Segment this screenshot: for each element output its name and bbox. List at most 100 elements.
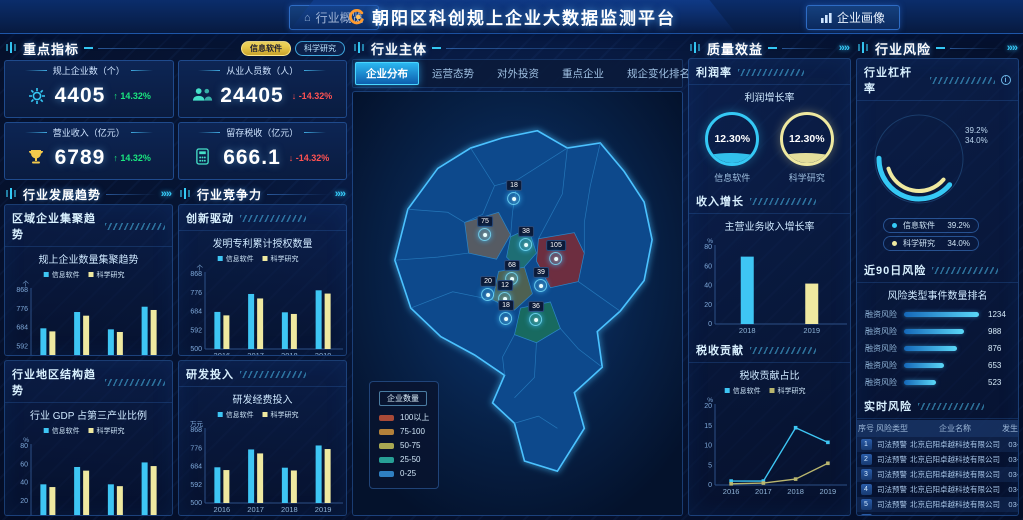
risk-bar-label: 融资风险 xyxy=(865,343,899,354)
panel-innovation: 创新驱动 发明专利累计授权数量 500592684776868个20162017… xyxy=(178,204,347,356)
risk-bar-row: 融资风险523 xyxy=(865,374,1010,391)
row-index-badge: 1 xyxy=(861,439,872,450)
svg-text:科学研究: 科学研究 xyxy=(778,386,806,395)
panel-regional-agglomeration: 区域企业集聚趋势 规上企业数量集聚趋势 500592684776868个2016… xyxy=(4,204,173,356)
map-pin-icon[interactable] xyxy=(519,238,532,251)
gauge-value: 12.30% xyxy=(714,133,750,145)
industry-main-header: 行业主体 xyxy=(352,38,683,58)
expand-arrows-icon[interactable]: »» xyxy=(161,188,171,200)
legend-label: 25-50 xyxy=(400,453,420,467)
svg-text:信息软件: 信息软件 xyxy=(52,426,80,435)
filter-badge-idle[interactable]: 科学研究 xyxy=(295,41,345,56)
filter-badge-active[interactable]: 信息软件 xyxy=(241,41,291,56)
panel-subtitle-label: 行业地区结构趋势 xyxy=(12,366,99,398)
key-indicators-header: 重点指标 信息软件科学研究 xyxy=(4,38,347,58)
map-marker-count: 20 xyxy=(480,276,496,287)
date-cell: 03-16 xyxy=(1001,512,1019,516)
profit-gauges: 12.30%信息软件12.30%科学研究 xyxy=(689,104,850,188)
key-indicators-title: 重点指标 xyxy=(23,39,79,58)
map-pin-icon[interactable] xyxy=(529,313,542,326)
nav-enterprise-portrait-label: 企业画像 xyxy=(837,9,885,26)
kpi-delta: ↓ -14.32% xyxy=(292,91,333,101)
legend-label: 0-25 xyxy=(400,467,416,481)
risk-table-row[interactable]: 6司法预警北京启阳卓越科技有限公司03-16 xyxy=(857,512,1019,516)
kpi-card-label: 从业人员数（人） xyxy=(185,64,341,77)
date-cell: 03-16 xyxy=(1001,482,1019,497)
map-marker-count: 18 xyxy=(506,180,522,191)
left-lower-row: 行业发展趋势 »» 区域企业集聚趋势 规上企业数量集聚趋势 5005926847… xyxy=(4,184,347,516)
svg-text:科学研究: 科学研究 xyxy=(97,426,125,435)
expand-arrows-icon[interactable]: »» xyxy=(335,188,345,200)
hatch-decoration xyxy=(240,371,306,378)
kpi-card: 规上企业数（个）4405↑ 14.32% xyxy=(4,60,174,118)
risk-table-row[interactable]: 2司法预警北京启阳卓越科技有限公司03-16 xyxy=(857,452,1019,467)
panel-subtitle: 研发投入 xyxy=(179,361,346,387)
risk-bar-value: 988 xyxy=(984,327,1010,336)
section-dash xyxy=(432,47,441,49)
map-pin-icon[interactable] xyxy=(507,192,520,205)
recent-risk-chart-title: 风险类型事件数量排名 xyxy=(857,283,1018,302)
svg-text:592: 592 xyxy=(16,343,28,350)
expand-arrows-icon[interactable]: »» xyxy=(839,42,849,54)
map-pin-icon[interactable] xyxy=(534,279,547,292)
map-marker: 18 xyxy=(506,180,522,205)
recent-risk-subtitle-label: 近90日风险 xyxy=(864,262,926,278)
map-pin-icon[interactable] xyxy=(478,228,491,241)
kpi-card: 营业收入（亿元）6789↑ 14.32% xyxy=(4,122,174,180)
line-chart-tax-contribution: 05101520%2016201720182019信息软件科学研究 xyxy=(689,382,850,498)
expand-arrows-icon[interactable]: »» xyxy=(1007,42,1017,54)
tab-3[interactable]: 重点企业 xyxy=(552,63,614,84)
kpi-delta: ↑ 14.32% xyxy=(113,153,151,163)
income-chart-title: 主营业务收入增长率 xyxy=(689,214,850,233)
profit-gauge: 12.30%科学研究 xyxy=(780,112,834,184)
left-column: 重点指标 信息软件科学研究 规上企业数（个）4405↑ 14.32%从业人员数（… xyxy=(4,38,347,516)
income-subtitle-label: 收入增长 xyxy=(696,193,744,209)
svg-text:个: 个 xyxy=(23,280,30,288)
leverage-legend-item: 信息软件39.2% xyxy=(883,218,979,233)
map-legend-title: 企业数量 xyxy=(379,391,427,406)
risk-table-row[interactable]: 4司法预警北京启阳卓越科技有限公司03-16 xyxy=(857,482,1019,497)
kpi-card-body: 24405↓ -14.32% xyxy=(185,77,341,114)
section-bars-icon xyxy=(6,39,18,57)
svg-text:2018: 2018 xyxy=(787,487,804,496)
section-bars-icon xyxy=(6,185,18,203)
risk-bar-label: 融资风险 xyxy=(865,309,899,320)
center-column: 行业主体 企业分布运营态势对外投资重点企业规企变化排名 xyxy=(352,38,683,516)
enterprise-distribution-map-panel: 187538105683920121836 企业数量 100以上75-10050… xyxy=(352,91,683,516)
risk-bar-row: 融资风险876 xyxy=(865,340,1010,357)
risk-type-cell: 司法预警 xyxy=(875,437,909,452)
map-pin-icon[interactable] xyxy=(550,252,563,265)
panel-subtitle-label: 研发投入 xyxy=(186,366,234,382)
risk-table-row[interactable]: 5司法预警北京启阳卓越科技有限公司03-16 xyxy=(857,497,1019,512)
svg-text:2016: 2016 xyxy=(723,487,740,496)
svg-text:776: 776 xyxy=(16,306,28,313)
people-icon xyxy=(192,86,212,106)
svg-text:60: 60 xyxy=(20,461,28,468)
tab-2[interactable]: 对外投资 xyxy=(487,63,549,84)
map-marker: 39 xyxy=(533,267,549,292)
nav-enterprise-portrait[interactable]: 企业画像 xyxy=(806,5,900,30)
map-pin-icon[interactable] xyxy=(499,312,512,325)
profit-subtitle-label: 利润率 xyxy=(696,64,732,80)
realtime-risk-subtitle-label: 实时风险 xyxy=(864,398,912,414)
tab-0[interactable]: 企业分布 xyxy=(355,62,419,85)
risk-type-cell: 司法预警 xyxy=(875,452,909,467)
map-pin-icon[interactable] xyxy=(481,288,494,301)
panel-subtitle: 创新驱动 xyxy=(179,205,346,231)
svg-text:684: 684 xyxy=(16,325,28,332)
bar-chart-gdp-share: 020406080%2016201720182019信息软件科学研究 xyxy=(5,422,172,516)
gauge-wave xyxy=(705,153,759,166)
svg-text:信息软件: 信息软件 xyxy=(226,410,254,419)
risk-table-row[interactable]: 3司法预警北京启阳卓越科技有限公司03-16 xyxy=(857,467,1019,482)
main-content: 重点指标 信息软件科学研究 规上企业数（个）4405↑ 14.32%从业人员数（… xyxy=(4,38,1019,516)
map-legend-items: 100以上75-10050-7525-500-25 xyxy=(379,411,429,481)
svg-text:20: 20 xyxy=(704,302,712,309)
hatch-decoration xyxy=(932,267,998,274)
industry-risk-column: 行业风险 »» 行业杠杆率 i 39.2%34.0% 信息软件39.2%科学研究… xyxy=(856,38,1019,516)
risk-table-row[interactable]: 1司法预警北京启阳卓越科技有限公司03-16 xyxy=(857,437,1019,452)
top-header: ⌂ 行业概览 朝阳区科创规上企业大数据监测平台 企业画像 xyxy=(0,0,1023,34)
panel-subtitle: 行业地区结构趋势 xyxy=(5,361,172,403)
tab-1[interactable]: 运营态势 xyxy=(422,63,484,84)
info-icon[interactable]: i xyxy=(1001,75,1011,85)
development-trends-title: 行业发展趋势 xyxy=(23,186,101,203)
